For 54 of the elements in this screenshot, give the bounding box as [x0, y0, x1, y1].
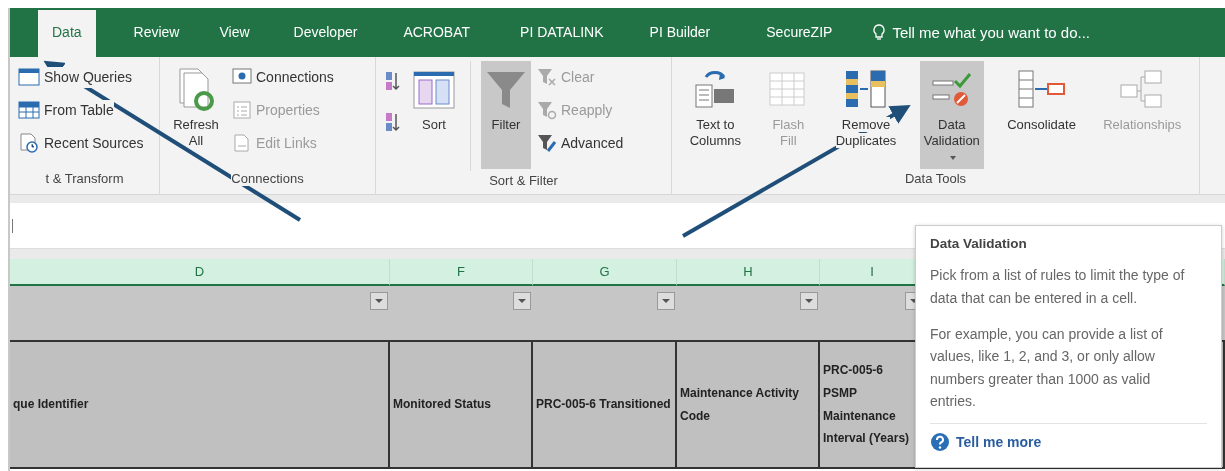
ribbon-button[interactable]: Show Queries — [16, 61, 146, 93]
ribbon-tab[interactable]: Review — [133, 22, 180, 57]
ribbon-button[interactable]: Consolidate — [1003, 61, 1080, 169]
screen-icon — [232, 68, 252, 86]
ribbon-tab[interactable]: View — [219, 22, 250, 57]
ribbon-tab[interactable]: Developer — [293, 22, 358, 57]
ribbon-button[interactable]: Refresh All — [166, 61, 226, 169]
group-label: Data Tools — [904, 171, 967, 186]
filter-dropdown[interactable] — [657, 292, 675, 310]
sort-descending-icon — [384, 111, 402, 133]
lightbulb-icon — [872, 23, 887, 42]
column-header[interactable]: F — [390, 259, 533, 286]
table-icon — [18, 67, 40, 87]
ribbon-button[interactable]: Sort — [408, 61, 460, 169]
ribbon-tab[interactable]: PI DATALINK — [520, 22, 604, 57]
funnel-clear-icon — [537, 67, 557, 87]
table-cell: PRC-005-6 PSMP Maintenance Interval (Years) — [820, 340, 925, 469]
column-header[interactable]: H — [677, 259, 820, 286]
text-cursor — [12, 218, 13, 233]
column-header[interactable]: D — [10, 259, 390, 286]
group-label: Connections — [231, 171, 304, 186]
ribbon-tab[interactable]: ACROBAT — [403, 22, 471, 57]
filter-dropdown[interactable] — [370, 292, 388, 310]
ribbon-button[interactable]: From Table — [16, 94, 146, 126]
table-cell: PRC-005-6 Transitioned — [533, 340, 677, 469]
ribbon-tab[interactable]: Data — [38, 10, 96, 57]
document-icon — [232, 134, 252, 152]
table-cell: que Identifier — [10, 340, 390, 469]
column-header[interactable]: G — [533, 259, 677, 286]
sort-ascending-icon — [384, 70, 402, 92]
tooltip-text: Pick from a list of rules to limit the type of data that can be entered in a cell. — [930, 266, 1186, 308]
filter-dropdown[interactable] — [513, 292, 531, 310]
ribbon-button[interactable]: Data Validation — [919, 61, 984, 169]
document-clock-icon — [18, 132, 40, 154]
funnel-pencil-icon — [537, 133, 557, 153]
ribbon-tab[interactable]: SecureZIP — [766, 22, 833, 57]
sort-icon — [412, 70, 456, 110]
help-icon — [930, 432, 950, 453]
ribbon-button[interactable]: Advanced — [535, 127, 626, 159]
tooltip-title: Data Validation — [930, 236, 1028, 253]
filter-dropdown[interactable] — [800, 292, 818, 310]
group-label: Sort & Filter — [489, 173, 558, 188]
table-cell: Maintenance Activity Code — [677, 340, 820, 469]
table-cell: Monitored Status — [390, 340, 533, 469]
ribbon-button[interactable]: Filter — [481, 61, 531, 169]
search-prompt[interactable]: Tell me what you want to do... — [892, 21, 1090, 44]
help-link[interactable]: Tell me more — [956, 431, 1042, 453]
tooltip-text: For example, you can provide a list of values, like 1, 2, and 3, or only allow numbers greater than 1000 as valid entries. — [930, 324, 1164, 412]
table-icon — [18, 100, 40, 120]
funnel-refresh-icon — [537, 100, 557, 120]
ribbon-button[interactable]: Text to Columns — [685, 61, 745, 169]
ribbon-button[interactable]: Remove Duplicates — [831, 61, 901, 169]
ribbon-tab[interactable]: PI Builder — [649, 22, 711, 57]
list-icon — [232, 101, 252, 119]
